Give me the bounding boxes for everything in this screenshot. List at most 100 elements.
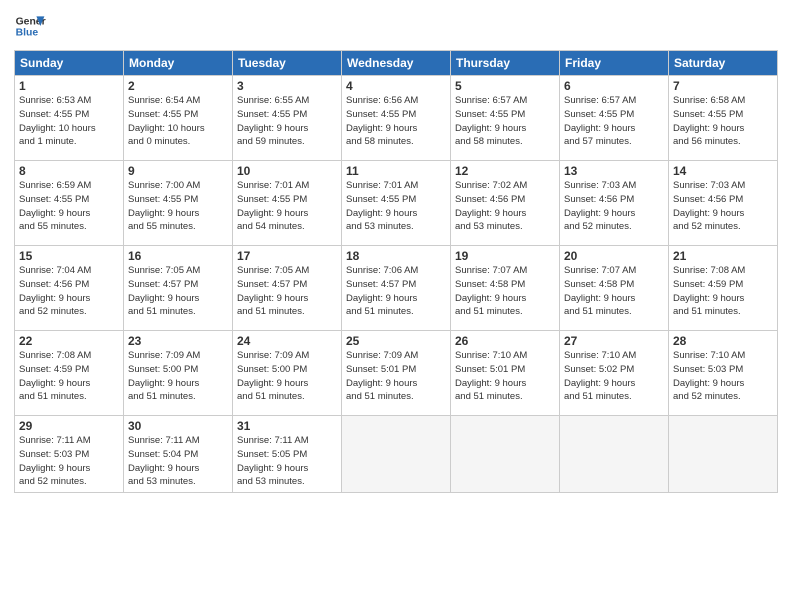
day-number: 13 [564, 164, 664, 178]
week-row-4: 22Sunrise: 7:08 AM Sunset: 4:59 PM Dayli… [15, 331, 778, 416]
day-info: Sunrise: 7:06 AM Sunset: 4:57 PM Dayligh… [346, 264, 446, 319]
day-info: Sunrise: 7:10 AM Sunset: 5:03 PM Dayligh… [673, 349, 773, 404]
day-cell-3: 3Sunrise: 6:55 AM Sunset: 4:55 PM Daylig… [233, 76, 342, 161]
day-info: Sunrise: 6:53 AM Sunset: 4:55 PM Dayligh… [19, 94, 119, 149]
day-number: 31 [237, 419, 337, 433]
week-row-2: 8Sunrise: 6:59 AM Sunset: 4:55 PM Daylig… [15, 161, 778, 246]
weekday-tuesday: Tuesday [233, 51, 342, 76]
day-cell-31: 31Sunrise: 7:11 AM Sunset: 5:05 PM Dayli… [233, 416, 342, 493]
empty-cell [342, 416, 451, 493]
day-cell-1: 1Sunrise: 6:53 AM Sunset: 4:55 PM Daylig… [15, 76, 124, 161]
day-number: 3 [237, 79, 337, 93]
day-cell-27: 27Sunrise: 7:10 AM Sunset: 5:02 PM Dayli… [560, 331, 669, 416]
day-cell-23: 23Sunrise: 7:09 AM Sunset: 5:00 PM Dayli… [124, 331, 233, 416]
day-cell-16: 16Sunrise: 7:05 AM Sunset: 4:57 PM Dayli… [124, 246, 233, 331]
day-info: Sunrise: 6:59 AM Sunset: 4:55 PM Dayligh… [19, 179, 119, 234]
day-number: 26 [455, 334, 555, 348]
day-cell-14: 14Sunrise: 7:03 AM Sunset: 4:56 PM Dayli… [669, 161, 778, 246]
weekday-thursday: Thursday [451, 51, 560, 76]
day-number: 18 [346, 249, 446, 263]
day-number: 14 [673, 164, 773, 178]
day-cell-10: 10Sunrise: 7:01 AM Sunset: 4:55 PM Dayli… [233, 161, 342, 246]
day-cell-6: 6Sunrise: 6:57 AM Sunset: 4:55 PM Daylig… [560, 76, 669, 161]
day-number: 4 [346, 79, 446, 93]
day-number: 7 [673, 79, 773, 93]
day-number: 22 [19, 334, 119, 348]
day-info: Sunrise: 7:07 AM Sunset: 4:58 PM Dayligh… [455, 264, 555, 319]
day-info: Sunrise: 6:54 AM Sunset: 4:55 PM Dayligh… [128, 94, 228, 149]
day-cell-24: 24Sunrise: 7:09 AM Sunset: 5:00 PM Dayli… [233, 331, 342, 416]
day-number: 15 [19, 249, 119, 263]
day-number: 8 [19, 164, 119, 178]
day-cell-30: 30Sunrise: 7:11 AM Sunset: 5:04 PM Dayli… [124, 416, 233, 493]
day-info: Sunrise: 7:01 AM Sunset: 4:55 PM Dayligh… [346, 179, 446, 234]
day-info: Sunrise: 6:58 AM Sunset: 4:55 PM Dayligh… [673, 94, 773, 149]
day-info: Sunrise: 7:08 AM Sunset: 4:59 PM Dayligh… [19, 349, 119, 404]
empty-cell [669, 416, 778, 493]
day-number: 17 [237, 249, 337, 263]
day-number: 16 [128, 249, 228, 263]
day-cell-5: 5Sunrise: 6:57 AM Sunset: 4:55 PM Daylig… [451, 76, 560, 161]
day-info: Sunrise: 7:07 AM Sunset: 4:58 PM Dayligh… [564, 264, 664, 319]
day-info: Sunrise: 7:11 AM Sunset: 5:03 PM Dayligh… [19, 434, 119, 489]
day-number: 10 [237, 164, 337, 178]
calendar-table: SundayMondayTuesdayWednesdayThursdayFrid… [14, 50, 778, 493]
day-info: Sunrise: 7:09 AM Sunset: 5:00 PM Dayligh… [237, 349, 337, 404]
day-info: Sunrise: 7:09 AM Sunset: 5:00 PM Dayligh… [128, 349, 228, 404]
day-info: Sunrise: 6:56 AM Sunset: 4:55 PM Dayligh… [346, 94, 446, 149]
day-cell-2: 2Sunrise: 6:54 AM Sunset: 4:55 PM Daylig… [124, 76, 233, 161]
day-cell-11: 11Sunrise: 7:01 AM Sunset: 4:55 PM Dayli… [342, 161, 451, 246]
day-number: 27 [564, 334, 664, 348]
day-cell-29: 29Sunrise: 7:11 AM Sunset: 5:03 PM Dayli… [15, 416, 124, 493]
day-number: 6 [564, 79, 664, 93]
header: General Blue [14, 10, 778, 42]
day-info: Sunrise: 6:57 AM Sunset: 4:55 PM Dayligh… [564, 94, 664, 149]
day-cell-8: 8Sunrise: 6:59 AM Sunset: 4:55 PM Daylig… [15, 161, 124, 246]
day-info: Sunrise: 7:01 AM Sunset: 4:55 PM Dayligh… [237, 179, 337, 234]
weekday-wednesday: Wednesday [342, 51, 451, 76]
week-row-1: 1Sunrise: 6:53 AM Sunset: 4:55 PM Daylig… [15, 76, 778, 161]
day-number: 28 [673, 334, 773, 348]
weekday-saturday: Saturday [669, 51, 778, 76]
day-info: Sunrise: 6:57 AM Sunset: 4:55 PM Dayligh… [455, 94, 555, 149]
day-info: Sunrise: 7:05 AM Sunset: 4:57 PM Dayligh… [128, 264, 228, 319]
day-number: 19 [455, 249, 555, 263]
week-row-5: 29Sunrise: 7:11 AM Sunset: 5:03 PM Dayli… [15, 416, 778, 493]
day-info: Sunrise: 7:04 AM Sunset: 4:56 PM Dayligh… [19, 264, 119, 319]
day-number: 1 [19, 79, 119, 93]
day-number: 30 [128, 419, 228, 433]
day-info: Sunrise: 7:10 AM Sunset: 5:02 PM Dayligh… [564, 349, 664, 404]
day-number: 20 [564, 249, 664, 263]
day-info: Sunrise: 7:11 AM Sunset: 5:05 PM Dayligh… [237, 434, 337, 489]
weekday-sunday: Sunday [15, 51, 124, 76]
day-cell-18: 18Sunrise: 7:06 AM Sunset: 4:57 PM Dayli… [342, 246, 451, 331]
empty-cell [451, 416, 560, 493]
day-cell-25: 25Sunrise: 7:09 AM Sunset: 5:01 PM Dayli… [342, 331, 451, 416]
svg-text:Blue: Blue [16, 28, 39, 39]
day-cell-7: 7Sunrise: 6:58 AM Sunset: 4:55 PM Daylig… [669, 76, 778, 161]
day-cell-9: 9Sunrise: 7:00 AM Sunset: 4:55 PM Daylig… [124, 161, 233, 246]
week-row-3: 15Sunrise: 7:04 AM Sunset: 4:56 PM Dayli… [15, 246, 778, 331]
day-cell-19: 19Sunrise: 7:07 AM Sunset: 4:58 PM Dayli… [451, 246, 560, 331]
weekday-friday: Friday [560, 51, 669, 76]
day-info: Sunrise: 7:03 AM Sunset: 4:56 PM Dayligh… [673, 179, 773, 234]
day-cell-15: 15Sunrise: 7:04 AM Sunset: 4:56 PM Dayli… [15, 246, 124, 331]
weekday-monday: Monday [124, 51, 233, 76]
day-info: Sunrise: 7:10 AM Sunset: 5:01 PM Dayligh… [455, 349, 555, 404]
day-cell-26: 26Sunrise: 7:10 AM Sunset: 5:01 PM Dayli… [451, 331, 560, 416]
day-info: Sunrise: 6:55 AM Sunset: 4:55 PM Dayligh… [237, 94, 337, 149]
day-cell-13: 13Sunrise: 7:03 AM Sunset: 4:56 PM Dayli… [560, 161, 669, 246]
logo-icon: General Blue [14, 10, 46, 42]
day-number: 11 [346, 164, 446, 178]
day-number: 5 [455, 79, 555, 93]
day-cell-20: 20Sunrise: 7:07 AM Sunset: 4:58 PM Dayli… [560, 246, 669, 331]
empty-cell [560, 416, 669, 493]
logo: General Blue [14, 10, 46, 42]
day-info: Sunrise: 7:09 AM Sunset: 5:01 PM Dayligh… [346, 349, 446, 404]
day-cell-12: 12Sunrise: 7:02 AM Sunset: 4:56 PM Dayli… [451, 161, 560, 246]
day-number: 23 [128, 334, 228, 348]
weekday-header-row: SundayMondayTuesdayWednesdayThursdayFrid… [15, 51, 778, 76]
day-number: 25 [346, 334, 446, 348]
day-cell-28: 28Sunrise: 7:10 AM Sunset: 5:03 PM Dayli… [669, 331, 778, 416]
day-number: 21 [673, 249, 773, 263]
